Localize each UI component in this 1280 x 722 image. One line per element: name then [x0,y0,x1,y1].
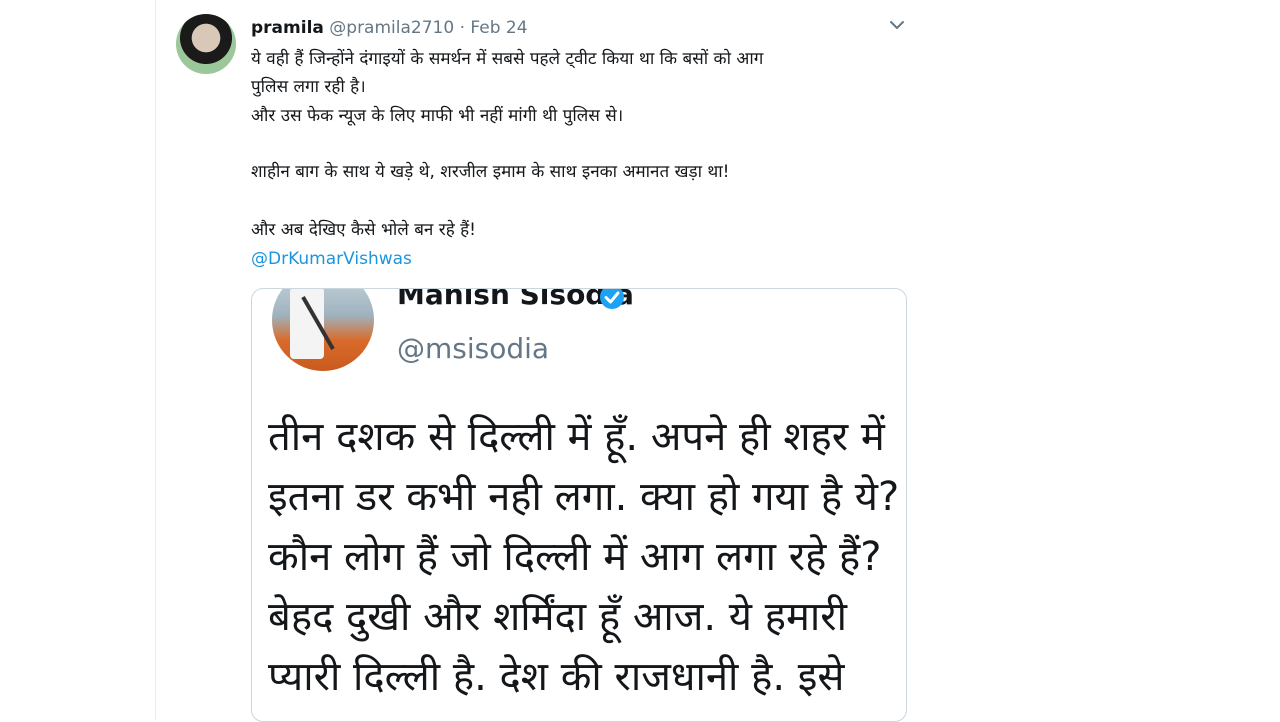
timeline-border [155,0,156,720]
tweet-text-line: शाहीन बाग के साथ ये खड़े थे, शरजील इमाम … [251,162,730,182]
tweet-text-line: पुलिस लगा रही है। [251,77,366,97]
quoted-text-line: तीन दशक से दिल्ली में हूँ. अपने ही शहर म… [268,414,885,460]
quoted-avatar [272,289,374,371]
tweet-header: pramila @pramila2710 · Feb 24 [251,16,528,40]
separator: · [459,18,465,38]
mention-link[interactable]: @DrKumarVishwas [251,247,412,271]
avatar[interactable] [176,14,236,74]
tweet-text-line: ये वही हैं जिन्होंने दंगाइयों के समर्थन … [251,49,764,69]
verified-badge-icon [598,289,626,311]
tweet-text-line: और उस फेक न्यूज के लिए माफी भी नहीं मांग… [251,106,624,126]
quoted-handle: @msisodia [397,332,550,365]
display-name[interactable]: pramila [251,18,324,38]
quoted-text-line: बेहद दुखी और शर्मिंदा हूँ आज. ये हमारी [268,594,847,640]
tweet-text-line: और अब देखिए कैसे भोले बन रहे हैं! [251,220,476,240]
quoted-tweet-card[interactable]: Manish Sisodia @msisodia तीन दशक से दिल्… [251,288,907,722]
quoted-text-line: इतना डर कभी नही लगा. क्या हो गया है ये? [268,474,900,520]
quoted-text-line: प्यारी दिल्ली है. देश की राजधानी है. इसे [268,654,845,700]
chevron-down-icon[interactable] [888,16,906,34]
user-handle[interactable]: @pramila2710 [329,18,454,38]
tweet-date[interactable]: Feb 24 [470,18,527,38]
quoted-text-line: कौन लोग हैं जो दिल्ली में आग लगा रहे हैं… [268,534,882,580]
